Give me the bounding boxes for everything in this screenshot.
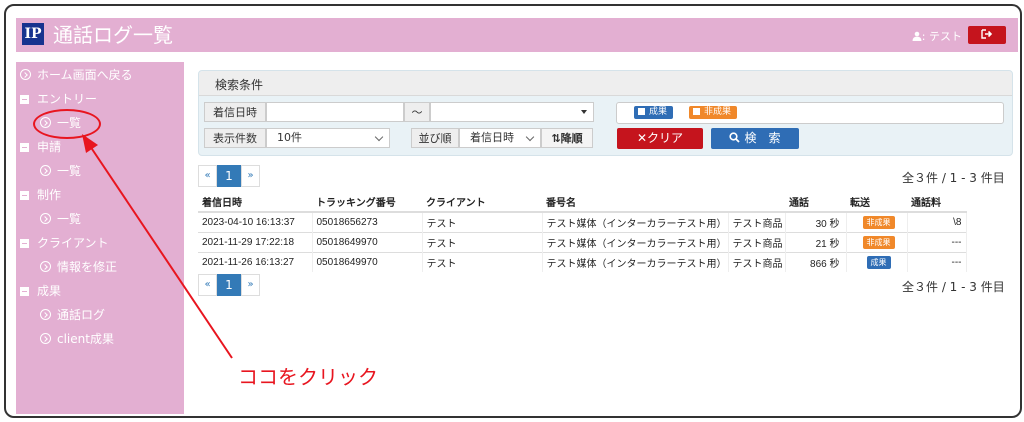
- annotation-text: ココをクリック: [238, 365, 378, 389]
- annotation-arrow: [82, 134, 233, 359]
- screenshot-frame: IP 通話ログ一覧 : テスト ホーム画面へ戻る エントリー 一覧 申請 一覧 …: [4, 4, 1022, 418]
